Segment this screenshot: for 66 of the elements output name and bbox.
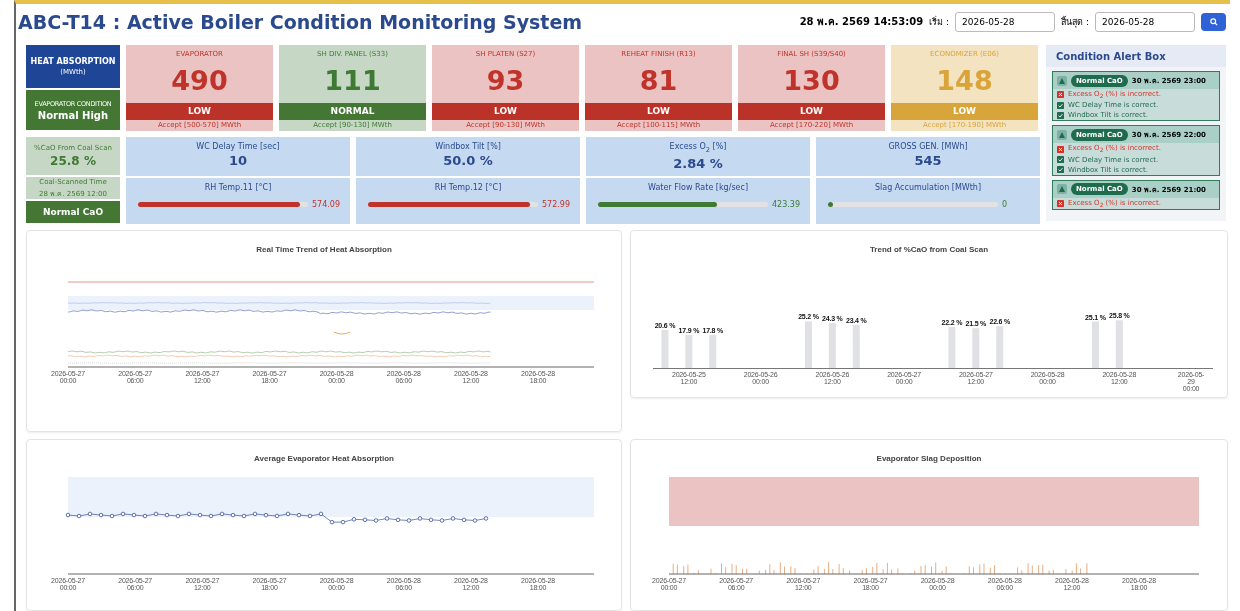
status-bar: NORMAL <box>279 103 426 120</box>
cao-value: 25.8 % <box>50 154 96 168</box>
reading-label: Excess O$_{2}$ [%] <box>669 142 727 154</box>
metric-value: 81 <box>638 64 679 98</box>
chart-bar <box>709 335 717 368</box>
chart-bar <box>661 329 669 368</box>
status-bar: LOW <box>126 103 273 120</box>
reading-value: 423.39 <box>772 200 800 209</box>
error-icon <box>1057 91 1064 99</box>
metric-value: 490 <box>170 64 229 98</box>
status-bar: LOW <box>585 103 732 120</box>
reading-label: RH Temp.12 [°C] <box>434 183 502 192</box>
status-bar: LOW <box>891 103 1038 120</box>
chart-title: Trend of %CaO from Coal Scan <box>869 245 989 254</box>
status-bar: LOW <box>738 103 885 120</box>
check-icon <box>1057 111 1064 119</box>
reading-value: 572.99 <box>542 200 570 209</box>
reading-value: 2.84 % <box>673 155 723 171</box>
metric-value: 111 <box>323 64 382 98</box>
search-button[interactable] <box>1201 12 1226 31</box>
current-datetime: 28 พ.ค. 2569 14:53:09 <box>799 15 924 29</box>
chart-bar <box>828 323 836 368</box>
end-date-field[interactable]: 2026-05-28 <box>1095 11 1195 32</box>
reading-value: 10 <box>228 153 248 168</box>
reading-label: Slag Accumulation [MWth] <box>874 183 982 192</box>
start-date-field[interactable]: 2026-05-28 <box>955 11 1056 32</box>
warning-icon <box>1057 129 1067 140</box>
metric-value: 148 <box>935 64 994 98</box>
alert-panel-title: Condition Alert Box <box>1046 45 1226 67</box>
reading-label: Windbox Tilt [%] <box>435 142 501 151</box>
check-icon <box>1057 166 1064 174</box>
chart-title: Real Time Trend of Heat Absorption <box>256 245 392 254</box>
error-icon <box>1057 145 1064 153</box>
reading-value: 545 <box>914 153 942 168</box>
chart-bar <box>804 321 812 368</box>
status-bar: LOW <box>432 103 579 120</box>
condition-value: Normal High <box>37 109 109 121</box>
search-icon <box>1209 17 1218 26</box>
cao-status: Normal CaO <box>26 201 120 223</box>
panel-title: HEAT ABSORPTION <box>30 57 116 66</box>
metric-value: 130 <box>782 64 841 98</box>
chart-bar <box>852 324 860 368</box>
warning-icon <box>1057 184 1067 195</box>
error-icon <box>1057 199 1064 207</box>
page-title: ABC-T14 : Active Boiler Condition Monitoring System <box>18 10 583 33</box>
end-label: สิ้นสุด : <box>1061 15 1089 29</box>
reading-label: RH Temp.11 [°C] <box>204 183 272 192</box>
reading-value: 50.0 % <box>443 153 493 168</box>
chart-bar <box>972 328 980 368</box>
reading-label: WC Delay Time [sec] <box>196 142 280 151</box>
chart-title: Average Evaporator Heat Absorption <box>254 454 394 463</box>
chart-bar <box>685 334 693 368</box>
chart-bar <box>948 326 956 368</box>
reading-label: GROSS GEN. [MWh] <box>888 142 968 151</box>
chart-title: Evaporator Slag Deposition <box>876 454 982 463</box>
reading-value: 574.09 <box>312 200 340 209</box>
chart-bar <box>1115 320 1123 368</box>
chart-bar <box>996 326 1004 368</box>
chart-bar <box>1091 321 1099 368</box>
check-icon <box>1057 101 1064 109</box>
reading-label: Water Flow Rate [kg/sec] <box>648 183 748 192</box>
metric-value: 93 <box>485 64 526 98</box>
reading-value: 0 <box>1002 200 1008 209</box>
start-label: เริ่ม : <box>929 15 950 29</box>
warning-icon <box>1057 75 1067 86</box>
check-icon <box>1057 156 1064 164</box>
